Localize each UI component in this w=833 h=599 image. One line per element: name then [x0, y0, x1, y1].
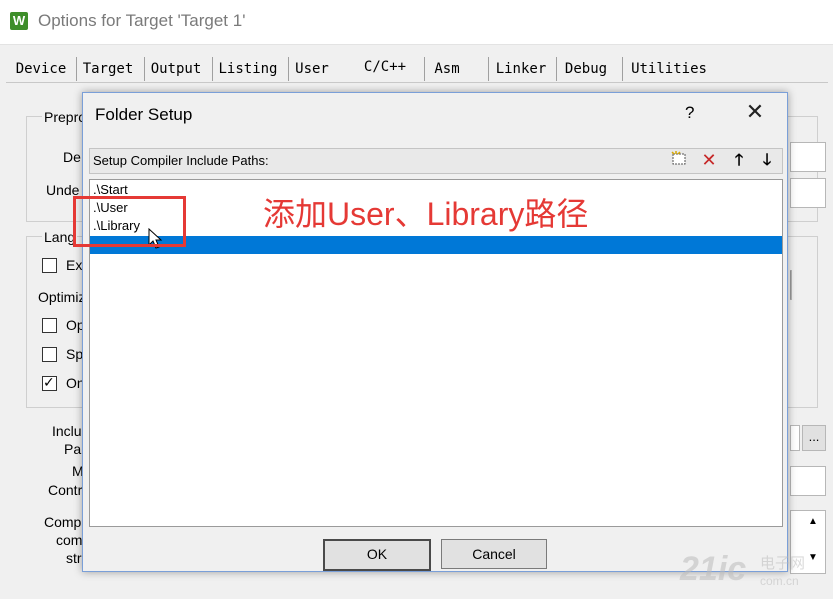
help-button[interactable]: ?: [685, 103, 694, 123]
include-paths-header-label: Setup Compiler Include Paths:: [93, 153, 269, 168]
misc-controls-label-2: Contr: [48, 482, 83, 498]
watermark-domain: com.cn: [760, 574, 799, 588]
move-down-icon[interactable]: 🡓: [756, 150, 778, 171]
execute-only-label: Ex: [66, 257, 83, 273]
list-item-new-selected[interactable]: [90, 236, 782, 254]
window-title: Options for Target 'Target 1': [38, 11, 246, 30]
tab-output[interactable]: Output: [144, 57, 207, 81]
tab-user[interactable]: User: [288, 57, 335, 81]
window-titlebar: W Options for Target 'Target 1': [0, 0, 833, 45]
tab-utilities[interactable]: Utilities: [622, 57, 715, 81]
one-elf-checkbox[interactable]: [42, 374, 57, 391]
include-paths-header: Setup Compiler Include Paths: ✕ 🡑 🡓: [89, 148, 783, 174]
tab-c-cpp[interactable]: C/C++: [350, 55, 420, 83]
watermark-sub: 电子网: [760, 555, 806, 572]
new-folder-icon[interactable]: [668, 150, 690, 171]
execute-only-checkbox[interactable]: [42, 258, 57, 273]
define-input[interactable]: [790, 142, 826, 172]
define-label: De: [63, 149, 81, 165]
delete-icon[interactable]: ✕: [698, 150, 720, 171]
compiler-string-label: Comp: [44, 514, 82, 530]
tab-device[interactable]: Device: [12, 57, 70, 81]
watermark-main: 21ic: [680, 550, 747, 588]
tab-target[interactable]: Target: [76, 57, 139, 81]
dialog-title: Folder Setup: [95, 105, 193, 124]
close-button[interactable]: ✕: [743, 99, 767, 125]
split-sections-checkbox[interactable]: [42, 347, 57, 362]
tab-linker[interactable]: Linker: [488, 57, 553, 81]
tab-listing[interactable]: Listing: [212, 57, 283, 81]
compiler-string-label-2: com: [56, 532, 83, 548]
ok-button[interactable]: OK: [323, 539, 431, 571]
include-paths-input[interactable]: [790, 425, 800, 451]
tab-strip: Device Target Output Listing User C/C++ …: [0, 55, 833, 83]
highlight-box: [73, 196, 186, 247]
warnings-select-edge: [790, 270, 792, 300]
optimization-label: Optimiz: [38, 289, 86, 305]
undefine-input[interactable]: [790, 178, 826, 208]
misc-controls-input[interactable]: [790, 466, 826, 496]
tab-debug[interactable]: Debug: [556, 57, 615, 81]
include-paths-label-2: Pa: [64, 441, 82, 457]
optimize-time-checkbox[interactable]: [42, 318, 57, 333]
move-up-icon[interactable]: 🡑: [728, 150, 750, 171]
compiler-string-label-3: str: [66, 550, 82, 566]
include-paths-label: Inclu: [52, 423, 82, 439]
annotation-text: 添加User、Library路径: [263, 196, 589, 232]
split-sections-label: Sp: [66, 346, 84, 362]
cancel-button[interactable]: Cancel: [441, 539, 547, 569]
tab-asm[interactable]: Asm: [424, 57, 469, 81]
watermark-logo: 21ic 电子网 com.cn: [680, 548, 830, 598]
keil-icon: W: [10, 12, 28, 30]
include-paths-browse-button[interactable]: ...: [802, 425, 826, 451]
list-item-start[interactable]: .\Start: [93, 182, 128, 197]
language-label: Lang: [42, 229, 78, 245]
scroll-up-icon[interactable]: ▲: [808, 516, 818, 527]
folder-setup-dialog: Folder Setup ? ✕ Setup Compiler Include …: [82, 92, 788, 572]
